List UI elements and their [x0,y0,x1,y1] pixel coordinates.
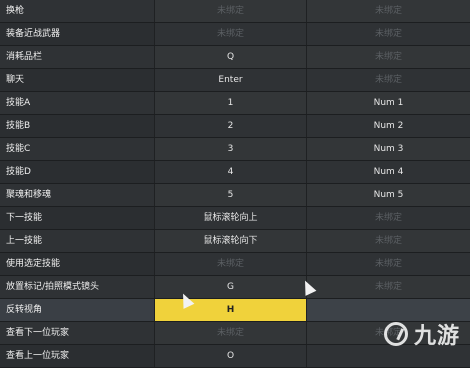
action-label: 技能B [6,121,31,131]
action-label: 使用选定技能 [6,259,61,269]
primary-key-slot[interactable]: O [154,345,306,367]
primary-key-slot[interactable]: 3 [154,138,306,160]
action-label: 技能D [6,167,31,177]
action-label: 反转视角 [6,305,43,315]
keybind-row[interactable]: 消耗品栏 Q 未绑定 [0,46,470,69]
action-label: 聊天 [6,75,25,85]
primary-key-slot[interactable]: G [154,276,306,298]
keybind-row[interactable]: 放置标记/拍照模式镜头 G 未绑定 [0,276,470,299]
action-label: 聚魂和移魂 [6,190,52,200]
primary-key-slot-active[interactable]: H [154,299,306,321]
keybind-row[interactable]: 使用选定技能 未绑定 未绑定 [0,253,470,276]
secondary-key-slot[interactable]: 未绑定 [306,23,470,45]
action-label: 下一技能 [6,213,43,223]
secondary-key-slot[interactable]: 未绑定 [306,207,470,229]
primary-key-slot[interactable]: 鼠标滚轮向上 [154,207,306,229]
action-label: 换枪 [6,6,25,16]
secondary-key-slot[interactable]: 未绑定 [306,0,470,22]
primary-key-slot[interactable]: 鼠标滚轮向下 [154,230,306,252]
watermark-text: 九游 [413,324,460,349]
nine-game-logo-icon [383,322,408,346]
action-label: 技能C [6,144,31,154]
primary-key-slot[interactable]: 未绑定 [154,0,306,22]
primary-key-slot[interactable]: 1 [154,92,306,114]
action-label: 技能A [6,98,31,108]
keybind-row[interactable]: 技能A 1 Num 1 [0,92,470,115]
keybind-row[interactable]: 技能B 2 Num 2 [0,115,470,138]
secondary-key-slot[interactable]: Num 1 [306,92,470,114]
secondary-key-slot[interactable]: Num 3 [306,138,470,160]
primary-key-slot[interactable]: 5 [154,184,306,206]
secondary-key-slot[interactable]: Num 2 [306,115,470,137]
keybind-row[interactable]: 技能D 4 Num 4 [0,161,470,184]
primary-key-slot[interactable]: 未绑定 [154,322,306,344]
secondary-key-slot[interactable]: 未绑定 [306,230,470,252]
primary-key-slot[interactable]: Enter [154,69,306,91]
primary-key-slot[interactable]: Q [154,46,306,68]
secondary-key-slot[interactable]: Num 4 [306,161,470,183]
keybind-row[interactable]: 聊天 Enter 未绑定 [0,69,470,92]
keybind-row[interactable]: 换枪 未绑定 未绑定 [0,0,470,23]
watermark: 九游 [383,318,460,350]
primary-key-slot[interactable]: 未绑定 [154,23,306,45]
secondary-key-slot[interactable]: 未绑定 [306,46,470,68]
primary-key-slot[interactable]: 4 [154,161,306,183]
keybind-row[interactable]: 装备近战武器 未绑定 未绑定 [0,23,470,46]
action-label: 上一技能 [6,236,43,246]
primary-key-slot[interactable]: 未绑定 [154,253,306,275]
keybind-row[interactable]: 下一技能 鼠标滚轮向上 未绑定 [0,207,470,230]
secondary-key-slot[interactable]: 未绑定 [306,69,470,91]
keybind-row[interactable]: 聚魂和移魂 5 Num 5 [0,184,470,207]
action-label: 查看下一位玩家 [6,328,70,338]
keybind-row[interactable]: 技能C 3 Num 3 [0,138,470,161]
keybind-table: 换枪 未绑定 未绑定 装备近战武器 未绑定 未绑定 消耗品栏 Q 未绑定 聊天 … [0,0,470,368]
action-label: 消耗品栏 [6,52,43,62]
secondary-key-slot[interactable]: 未绑定 [306,253,470,275]
keybind-row[interactable]: 上一技能 鼠标滚轮向下 未绑定 [0,230,470,253]
action-label: 放置标记/拍照模式镜头 [6,282,100,292]
secondary-key-slot[interactable]: 未绑定 [306,276,470,298]
action-label: 查看上一位玩家 [6,351,70,361]
secondary-key-slot[interactable]: Num 5 [306,184,470,206]
action-label: 装备近战武器 [6,29,61,39]
primary-key-slot[interactable]: 2 [154,115,306,137]
